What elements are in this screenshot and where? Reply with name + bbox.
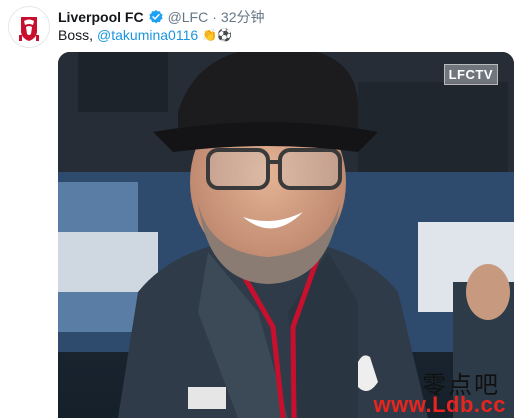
video-frame [58, 52, 514, 418]
mention-link[interactable]: @takumina0116 [97, 27, 198, 43]
watermark-url: www.Ldb.cc [373, 392, 506, 417]
author-name[interactable]: Liverpool FC [58, 9, 144, 25]
verified-badge-icon [148, 10, 163, 24]
clap-football-emoji: 👏⚽ [202, 28, 233, 42]
tweet-timestamp[interactable]: 32分钟 [221, 7, 265, 27]
avatar[interactable] [8, 6, 50, 48]
lfctv-badge: LFCTV [443, 64, 498, 85]
author-handle[interactable]: @LFC [168, 9, 209, 25]
liverpool-crest-icon [9, 7, 49, 47]
tweet-video[interactable]: LFCTV 零点吧 www.Ldb.cc [58, 52, 514, 418]
tweet-text-prefix: Boss, [58, 27, 94, 43]
tweet-header: Liverpool FC @LFC · 32分钟 [58, 7, 264, 27]
separator-dot: · [212, 9, 217, 25]
tweet-text: Boss, @takumina0116 👏⚽ [58, 27, 232, 43]
